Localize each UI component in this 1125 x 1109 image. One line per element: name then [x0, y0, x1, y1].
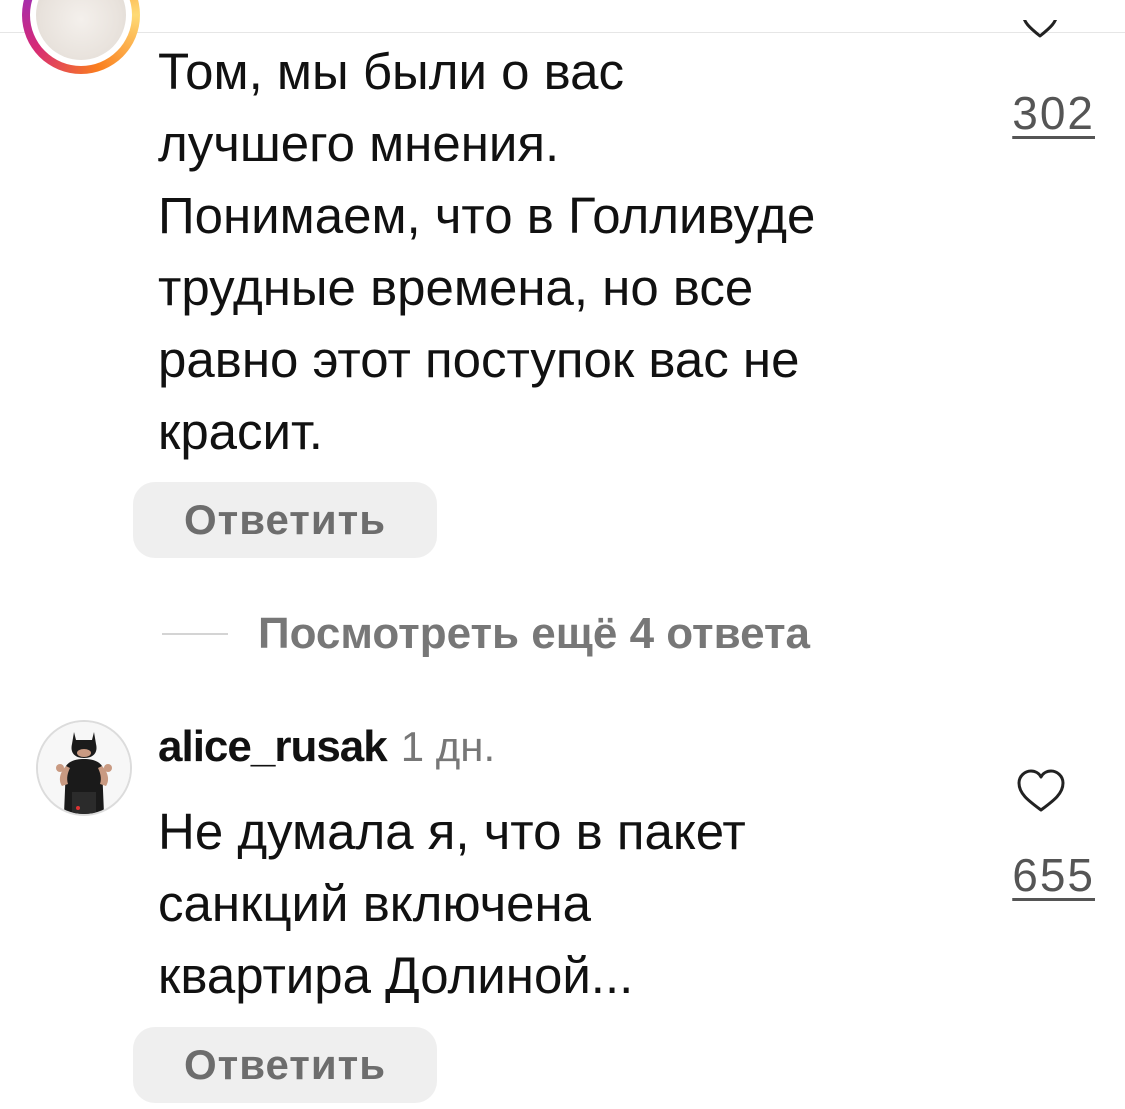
like-count[interactable]: 302 [955, 86, 1095, 140]
comment-text: Том, мы были о вас лучшего мнения. Поним… [158, 43, 816, 460]
heart-icon[interactable] [1020, 20, 1060, 40]
avatar-photo [38, 722, 130, 814]
view-more-replies-label: Посмотреть ещё 4 ответа [258, 609, 810, 658]
reply-button[interactable]: Ответить [133, 482, 437, 558]
view-more-replies[interactable]: Посмотреть ещё 4 ответа [162, 598, 810, 670]
reply-button[interactable]: Ответить [133, 1027, 437, 1103]
top-divider [0, 32, 1125, 33]
replies-divider-line [162, 633, 228, 635]
comment-text: Не думала я, что в пакет санкций включен… [158, 803, 746, 1004]
comment-2-header: alice_rusak 1 дн. [158, 722, 495, 782]
heart-icon[interactable] [1015, 768, 1067, 814]
comment-1-avatar[interactable] [22, 0, 140, 74]
timestamp: 1 дн. [400, 723, 496, 770]
username[interactable]: alice_rusak [158, 722, 388, 772]
comment-2-avatar[interactable] [36, 720, 132, 816]
like-count[interactable]: 655 [955, 848, 1095, 902]
